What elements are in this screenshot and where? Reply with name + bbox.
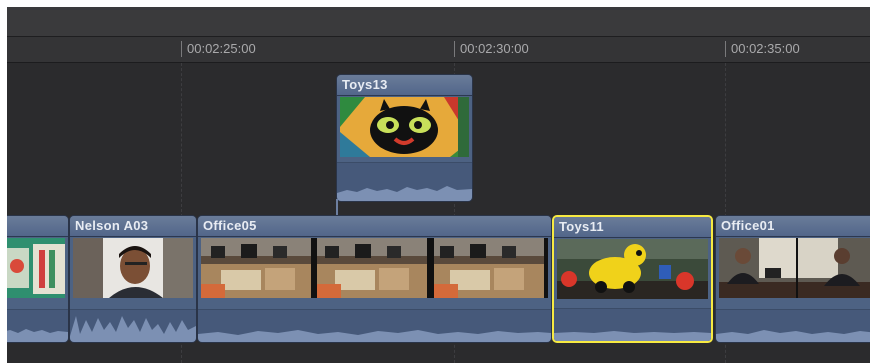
clip-filmstrip — [7, 238, 65, 298]
video-thumbnail — [340, 97, 469, 157]
video-thumbnail — [557, 239, 708, 299]
ruler-tick-3: 00:02:35:00 — [725, 41, 800, 57]
audio-waveform — [716, 309, 870, 342]
clip-name: Office05 — [203, 218, 257, 233]
clip-filmstrip — [340, 97, 469, 157]
ruler-tick-2: 00:02:30:00 — [454, 41, 529, 57]
timeline-window: 00:02:25:00 00:02:30:00 00:02:35:00 Toys… — [7, 7, 870, 363]
clip-name: Office01 — [721, 218, 775, 233]
video-thumbnail — [433, 238, 548, 298]
audio-waveform — [70, 309, 196, 342]
clip-filmstrip — [201, 238, 548, 298]
audio-waveform — [554, 308, 711, 341]
video-thumbnail — [201, 238, 315, 298]
clip-header: Office01 — [716, 216, 870, 237]
audio-waveform — [7, 309, 68, 342]
clip-filmstrip — [719, 238, 870, 298]
video-thumbnail — [798, 238, 870, 298]
connected-clip-toys13[interactable]: Toys13 — [336, 74, 473, 202]
clip-name: Toys11 — [559, 219, 604, 234]
toolbar — [7, 7, 870, 37]
video-thumbnail — [317, 238, 431, 298]
primary-clip-nelson-a03[interactable]: Nelson A03 — [69, 215, 197, 343]
clip-header: Nelson A03 — [70, 216, 196, 237]
ruler-tick-1: 00:02:25:00 — [181, 41, 256, 57]
clip-filmstrip — [73, 238, 193, 298]
primary-clip-office05[interactable]: Office05 — [197, 215, 552, 343]
clip-name: Toys13 — [342, 77, 388, 92]
audio-waveform — [198, 309, 551, 342]
clip-header: Office05 — [198, 216, 551, 237]
video-thumbnail — [73, 238, 193, 298]
timeline-area[interactable]: Toys13 Nelson A03 Office05 Toys11 Office… — [7, 63, 870, 363]
video-thumbnail — [7, 238, 65, 298]
clip-header: Toys11 — [554, 217, 711, 238]
clip-header: Toys13 — [337, 75, 472, 96]
clip-header — [7, 216, 68, 237]
primary-clip-partial[interactable] — [7, 215, 69, 343]
primary-clip-toys11[interactable]: Toys11 — [552, 215, 713, 343]
video-thumbnail — [719, 238, 796, 298]
primary-clip-office01[interactable]: Office01 — [715, 215, 870, 343]
clip-filmstrip — [557, 239, 708, 299]
clip-name: Nelson A03 — [75, 218, 149, 233]
time-ruler[interactable]: 00:02:25:00 00:02:30:00 00:02:35:00 — [7, 37, 870, 63]
audio-waveform — [337, 162, 472, 201]
